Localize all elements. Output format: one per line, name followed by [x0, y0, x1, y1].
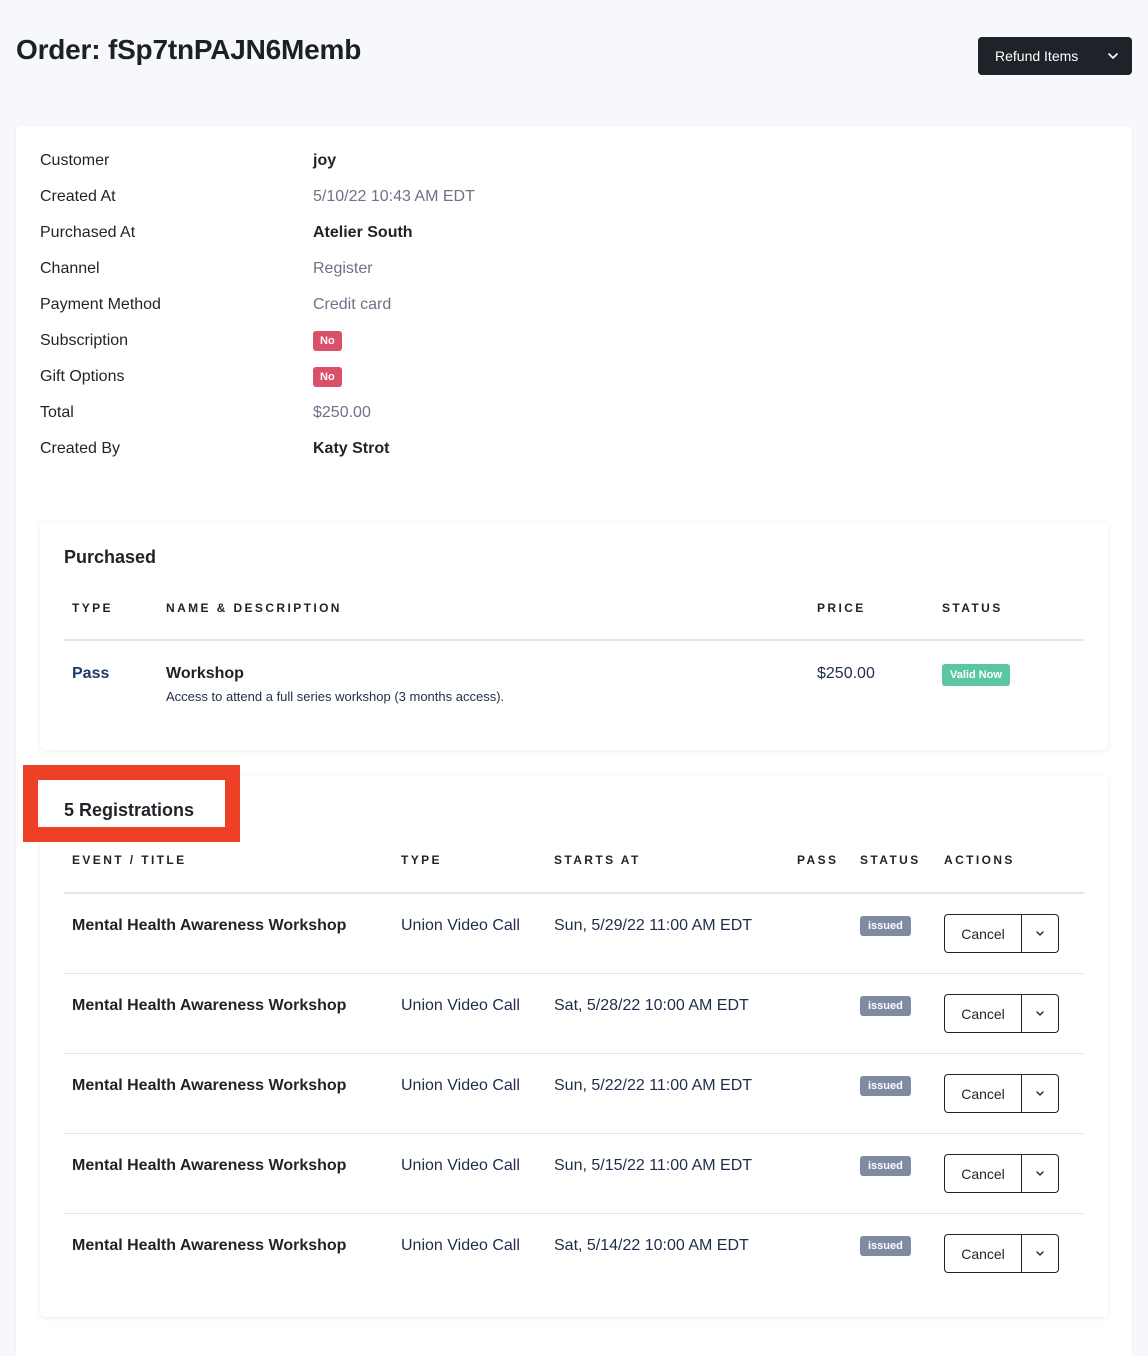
col-header-status: STATUS: [860, 853, 921, 867]
col-header-price: PRICE: [817, 601, 866, 615]
registration-starts: Sat, 5/14/22 10:00 AM EDT: [554, 1237, 749, 1254]
detail-value: Register: [313, 260, 373, 277]
item-type-link[interactable]: Pass: [72, 665, 109, 683]
detail-row-created-at: Created At 5/10/22 10:43 AM EDT: [40, 179, 475, 215]
detail-row-channel: Channel Register: [40, 251, 373, 287]
cancel-button[interactable]: Cancel: [945, 1155, 1022, 1192]
status-badge: issued: [860, 916, 911, 936]
col-header-event: EVENT / TITLE: [72, 853, 187, 867]
refund-items-button[interactable]: Refund Items: [978, 37, 1132, 75]
detail-label: Payment Method: [40, 296, 161, 313]
status-badge: issued: [860, 1076, 911, 1096]
registrations-panel: 5 Registrations EVENT / TITLE TYPE START…: [40, 775, 1108, 1317]
cancel-button[interactable]: Cancel: [945, 1235, 1022, 1272]
item-name: Workshop: [166, 665, 244, 682]
col-header-status: STATUS: [942, 601, 1003, 615]
annotation-highlight-box: [23, 765, 240, 842]
detail-row-total: Total $250.00: [40, 395, 371, 431]
registration-starts: Sun, 5/15/22 11:00 AM EDT: [554, 1157, 753, 1174]
cancel-button-group: Cancel: [944, 1154, 1059, 1193]
col-header-type: TYPE: [401, 853, 442, 867]
detail-value: Katy Strot: [313, 440, 390, 457]
detail-row-payment-method: Payment Method Credit card: [40, 287, 391, 323]
cancel-button-group: Cancel: [944, 1074, 1059, 1113]
col-header-pass: PASS: [797, 853, 839, 867]
cancel-button-group: Cancel: [944, 994, 1059, 1033]
row-divider: [64, 973, 1084, 974]
detail-label: Customer: [40, 152, 110, 169]
status-badge: issued: [860, 1156, 911, 1176]
detail-row-subscription: Subscription No: [40, 323, 342, 359]
registration-title: Mental Health Awareness Workshop: [72, 1157, 347, 1174]
detail-value: joy: [313, 152, 337, 169]
col-header-actions: ACTIONS: [944, 853, 1015, 867]
status-badge: issued: [860, 996, 911, 1016]
detail-value: $250.00: [313, 404, 371, 421]
divider: [64, 892, 1084, 894]
detail-label: Created By: [40, 440, 121, 457]
cancel-button-group: Cancel: [944, 914, 1059, 953]
cancel-button-group: Cancel: [944, 1234, 1059, 1273]
detail-label: Purchased At: [40, 224, 136, 241]
status-badge: Valid Now: [942, 664, 1010, 686]
item-price: $250.00: [817, 665, 875, 682]
col-header-starts: STARTS AT: [554, 853, 641, 867]
chevron-down-icon[interactable]: [1022, 995, 1058, 1032]
detail-value: Atelier South: [313, 224, 413, 241]
detail-label: Channel: [40, 260, 100, 277]
row-divider: [64, 1213, 1084, 1214]
chevron-down-icon[interactable]: [1094, 52, 1132, 60]
chevron-down-icon[interactable]: [1022, 1075, 1058, 1112]
detail-label: Created At: [40, 188, 116, 205]
registration-type: Union Video Call: [401, 1077, 520, 1094]
page-title: Order: fSp7tnPAJN6Memb: [16, 34, 362, 65]
row-divider: [64, 1133, 1084, 1134]
cancel-button[interactable]: Cancel: [945, 995, 1022, 1032]
cancel-button[interactable]: Cancel: [945, 1075, 1022, 1112]
detail-value: 5/10/22 10:43 AM EDT: [313, 188, 475, 205]
chevron-down-icon[interactable]: [1022, 1235, 1058, 1272]
detail-row-gift-options: Gift Options No: [40, 359, 342, 395]
detail-label: Gift Options: [40, 368, 125, 385]
chevron-down-icon[interactable]: [1022, 915, 1058, 952]
status-badge: issued: [860, 1236, 911, 1256]
purchased-title: Purchased: [64, 547, 157, 567]
detail-row-purchased-at: Purchased At Atelier South: [40, 215, 413, 251]
registration-starts: Sun, 5/22/22 11:00 AM EDT: [554, 1077, 753, 1094]
col-header-type: TYPE: [72, 601, 113, 615]
detail-value: Credit card: [313, 296, 392, 313]
registration-title: Mental Health Awareness Workshop: [72, 1077, 347, 1094]
item-description: Access to attend a full series workshop …: [166, 689, 505, 704]
registration-type: Union Video Call: [401, 1237, 520, 1254]
registration-title: Mental Health Awareness Workshop: [72, 1237, 347, 1254]
registration-starts: Sat, 5/28/22 10:00 AM EDT: [554, 997, 749, 1014]
registration-type: Union Video Call: [401, 917, 520, 934]
detail-label: Total: [40, 404, 74, 421]
status-badge: No: [313, 367, 342, 387]
refund-items-label: Refund Items: [995, 48, 1079, 64]
purchased-panel: Purchased TYPE NAME & DESCRIPTION PRICE …: [40, 522, 1108, 750]
cancel-button[interactable]: Cancel: [945, 915, 1022, 952]
detail-row-customer: Customer joy: [40, 143, 336, 179]
registration-type: Union Video Call: [401, 997, 520, 1014]
col-header-name: NAME & DESCRIPTION: [166, 601, 342, 615]
registration-title: Mental Health Awareness Workshop: [72, 917, 347, 934]
chevron-down-icon[interactable]: [1022, 1155, 1058, 1192]
row-divider: [64, 1053, 1084, 1054]
registration-title: Mental Health Awareness Workshop: [72, 997, 347, 1014]
registration-type: Union Video Call: [401, 1157, 520, 1174]
registration-starts: Sun, 5/29/22 11:00 AM EDT: [554, 917, 753, 934]
divider: [64, 639, 1084, 641]
detail-label: Subscription: [40, 332, 129, 349]
detail-row-created-by: Created By Katy Strot: [40, 431, 389, 467]
status-badge: No: [313, 331, 342, 351]
